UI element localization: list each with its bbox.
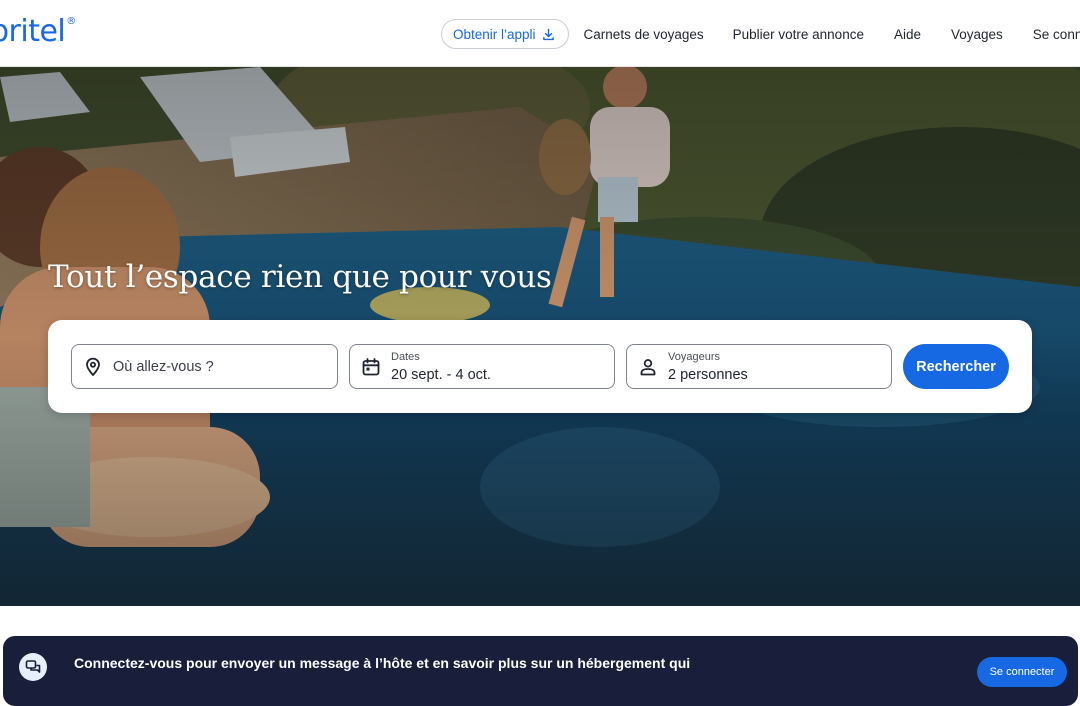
destination-placeholder: Où allez-vous ? [113, 359, 214, 375]
dates-field[interactable]: Dates 20 sept. - 4 oct. [349, 344, 615, 389]
destination-field[interactable]: Où allez-vous ? [71, 344, 338, 389]
travelers-field[interactable]: Voyageurs 2 personnes [626, 344, 892, 389]
calendar-icon [362, 358, 380, 376]
map-pin-icon [86, 357, 100, 376]
dates-label: Dates [391, 351, 420, 363]
hero-title: Tout l’espace rien que pour vous [48, 259, 552, 295]
logo-registered-mark: ® [66, 16, 76, 27]
travelers-label: Voyageurs [668, 351, 720, 363]
signin-banner: Connectez-vous pour envoyer un message à… [3, 636, 1078, 706]
abritel-logo[interactable]: britel® [0, 14, 76, 49]
logo-text: britel [0, 14, 66, 49]
travelers-value: 2 personnes [668, 367, 748, 383]
get-app-label: Obtenir l’appli [453, 26, 536, 42]
nav-travel-guides[interactable]: Carnets de voyages [584, 27, 704, 42]
banner-sign-in-button[interactable]: Se connecter [977, 657, 1067, 687]
banner-icon-badge [19, 653, 47, 681]
chat-bubbles-icon [25, 660, 41, 673]
search-form: Où allez-vous ? Dates 20 sept. - 4 oct. … [48, 320, 1032, 413]
signin-banner-message: Connectez-vous pour envoyer un message à… [74, 655, 691, 671]
nav-sign-in[interactable]: Se connecter [1033, 27, 1080, 42]
site-header: britel® Obtenir l’appli Carnets de voyag… [0, 0, 1080, 67]
dates-value: 20 sept. - 4 oct. [391, 367, 491, 383]
nav-list-property[interactable]: Publier votre annonce [733, 27, 864, 42]
header-nav: Obtenir l’appli Carnets de voyages Publi… [441, 19, 1080, 49]
get-app-button[interactable]: Obtenir l’appli [441, 19, 569, 49]
nav-trips[interactable]: Voyages [951, 27, 1003, 42]
hero-section: Tout l’espace rien que pour vous Où alle… [0, 67, 1080, 606]
person-icon [640, 359, 656, 376]
nav-help[interactable]: Aide [894, 27, 921, 42]
search-button[interactable]: Rechercher [903, 344, 1009, 389]
download-icon [542, 28, 554, 40]
